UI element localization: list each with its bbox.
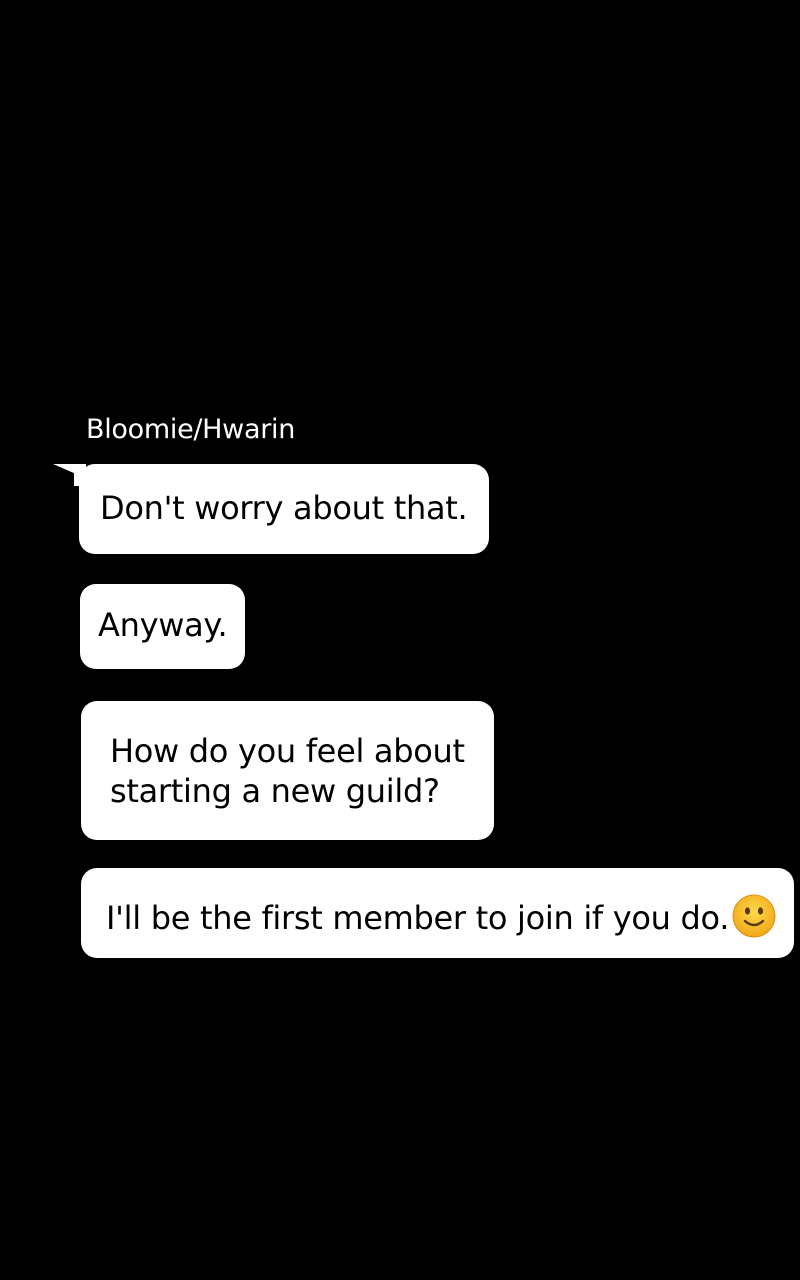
message-text-line-1: How do you feel about: [110, 732, 465, 770]
message-bubble-3[interactable]: How do you feel about starting a new gui…: [81, 701, 494, 840]
message-text: Anyway.: [98, 606, 228, 644]
message-bubble-1[interactable]: Don't worry about that.: [79, 464, 489, 554]
message-text-line-2: starting a new guild?: [110, 772, 440, 810]
message-text: Don't worry about that.: [100, 489, 468, 527]
chat-screen: Bloomie/Hwarin Don't worry about that. A…: [0, 0, 800, 1280]
sender-name: Bloomie/Hwarin: [86, 414, 296, 445]
message-bubble-4[interactable]: I'll be the first member to join if you …: [81, 868, 794, 958]
slightly-smiling-face-emoji-icon: [731, 893, 777, 939]
message-bubble-2[interactable]: Anyway.: [80, 584, 245, 669]
message-text: I'll be the first member to join if you …: [106, 899, 730, 937]
